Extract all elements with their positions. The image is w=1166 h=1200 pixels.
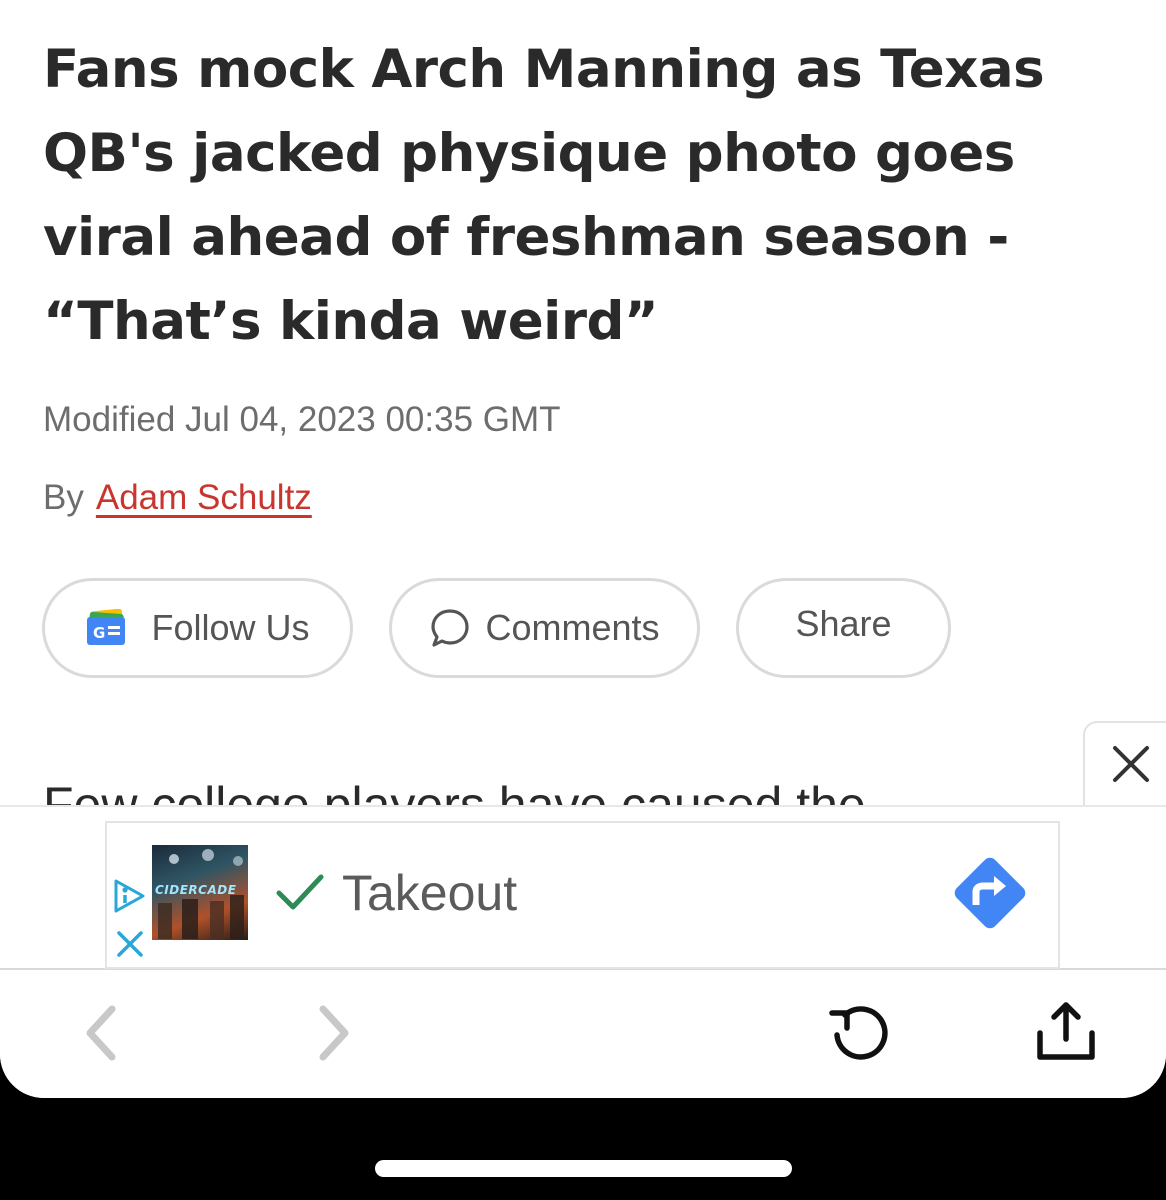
ad-brand: CIDERCADE xyxy=(155,883,237,897)
forward-button[interactable] xyxy=(305,1000,365,1070)
by-label: By xyxy=(43,478,84,517)
share-label: Share xyxy=(795,603,892,644)
byline: By Adam Schultz xyxy=(43,478,312,518)
modified-date: Modified Jul 04, 2023 00:35 GMT xyxy=(43,400,561,439)
google-news-icon: G xyxy=(85,609,129,647)
share-icon xyxy=(1033,999,1099,1067)
comment-bubble-icon xyxy=(429,607,471,649)
forward-icon xyxy=(315,1003,355,1067)
back-icon xyxy=(80,1003,120,1067)
reload-button[interactable] xyxy=(820,998,900,1072)
ad-close-button[interactable] xyxy=(1083,721,1166,809)
ad-image[interactable]: CIDERCADE xyxy=(152,845,248,940)
ad-text[interactable]: Takeout xyxy=(342,864,517,922)
home-indicator[interactable] xyxy=(375,1160,792,1177)
share-button[interactable] xyxy=(1030,996,1102,1070)
share-article-button[interactable]: Share xyxy=(736,578,951,678)
comments-button[interactable]: Comments xyxy=(389,578,700,678)
article-teaser: Few college players have caused the xyxy=(43,777,866,806)
back-button[interactable] xyxy=(70,1000,130,1070)
article-headline: Fans mock Arch Manning as Texas QB's jac… xyxy=(43,39,1045,352)
follow-us-label: Follow Us xyxy=(151,607,310,648)
follow-us-button[interactable]: G Follow Us xyxy=(42,578,353,678)
adchoices-icon[interactable] xyxy=(112,878,148,918)
browser-toolbar xyxy=(0,972,1166,1098)
reload-icon xyxy=(824,1000,896,1070)
close-icon xyxy=(1111,744,1151,788)
directions-arrow-icon[interactable] xyxy=(948,851,1032,939)
browser-page: Fans mock Arch Manning as Texas QB's jac… xyxy=(0,0,1166,1098)
author-link[interactable]: Adam Schultz xyxy=(96,478,312,517)
ad-frame[interactable] xyxy=(105,821,1060,969)
svg-text:G: G xyxy=(93,624,105,642)
comments-label: Comments xyxy=(485,607,660,648)
checkmark-icon xyxy=(275,872,325,916)
ad-dismiss-icon[interactable] xyxy=(116,930,144,962)
